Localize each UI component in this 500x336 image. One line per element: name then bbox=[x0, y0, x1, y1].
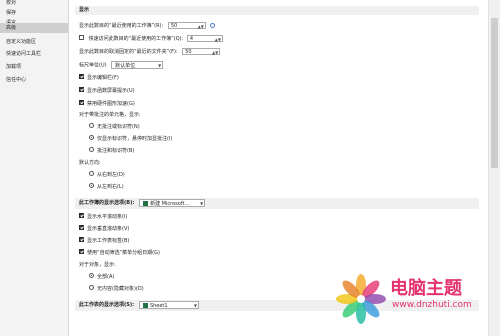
comments-label: 对于带批注的单元格，显示: bbox=[79, 112, 141, 118]
objects-all-row: 全部(A) bbox=[89, 273, 114, 281]
right-to-left-row: 从右到左(D) bbox=[89, 171, 125, 179]
left-to-right-radio[interactable] bbox=[89, 183, 94, 188]
objects-label: 对于对象，显示: bbox=[79, 262, 116, 268]
show-formula-bar-label: 显示编辑栏(F) bbox=[87, 75, 119, 81]
group-dates-row: 使用“自动筛选”菜单分组日期(G) bbox=[79, 249, 160, 257]
sidebar-item-save[interactable]: 保存 bbox=[0, 8, 68, 18]
unpinned-folders-label: 显示此数目的取消固定的“最近的文件夹”(F): bbox=[79, 49, 178, 55]
left-to-right-label: 从左到右(L) bbox=[97, 184, 124, 190]
right-to-left-label: 从右到左(D) bbox=[97, 172, 125, 178]
right-to-left-radio[interactable] bbox=[89, 171, 94, 176]
quick-access-label: 快速访问此数目的“最近使用的工作簿”(Q): bbox=[88, 36, 184, 42]
display-section-header: 显示 bbox=[75, 6, 479, 15]
sidebar-item-quick-access-toolbar[interactable]: 快速访问工具栏 bbox=[0, 49, 68, 59]
sidebar-item-trust-center[interactable]: 信任中心 bbox=[0, 75, 68, 85]
default-direction-label: 默认方向: bbox=[79, 160, 101, 166]
show-hscroll-checkbox[interactable] bbox=[79, 213, 84, 218]
workbook-select[interactable]: 新建 Microsoft... ▼ bbox=[139, 198, 206, 207]
indicators-only-label: 仅显示标识符，悬停时加显批注(I) bbox=[97, 136, 173, 142]
objects-all-label: 全部(A) bbox=[97, 274, 115, 280]
chevron-down-icon: ▼ bbox=[193, 302, 197, 308]
show-formula-bar-checkbox[interactable] bbox=[79, 74, 84, 79]
workbook-options-label: 此工作簿的显示选项(B): bbox=[79, 200, 135, 206]
watermark-title: 电脑主题 bbox=[390, 278, 462, 299]
ruler-units-row: 标尺单位(U) 默认单位 ▼ bbox=[79, 61, 164, 69]
worksheet-icon bbox=[142, 302, 148, 308]
recent-workbooks-label: 显示此数目的“最近使用的工作簿”(R): bbox=[79, 23, 164, 29]
unpinned-folders-spinner[interactable]: 50 ▲▼ bbox=[182, 48, 221, 56]
objects-nothing-label: 无内容(隐藏对象)(D) bbox=[97, 286, 144, 292]
sidebar-item-customize-ribbon[interactable]: 自定义功能区 bbox=[0, 37, 68, 47]
watermark-url: www.dnzhuti.com bbox=[392, 300, 472, 310]
chevron-down-icon: ▼ bbox=[200, 200, 204, 206]
indicators-only-row: 仅显示标识符，悬停时加显批注(I) bbox=[89, 135, 172, 143]
comments-and-indicators-label: 批注和标识符(B) bbox=[97, 148, 135, 154]
quick-access-spinner[interactable]: 4 ▲▼ bbox=[186, 35, 223, 43]
hscroll-row: 显示水平滚动条(I) bbox=[79, 213, 127, 221]
show-vscroll-label: 显示垂直滚动条(V) bbox=[87, 226, 130, 232]
objects-nothing-row: 无内容(隐藏对象)(D) bbox=[89, 285, 144, 293]
disable-hw-accel-checkbox[interactable] bbox=[79, 100, 84, 105]
show-function-tooltips-label: 显示函数屏幕提示(U) bbox=[87, 88, 135, 94]
group-dates-checkbox[interactable] bbox=[79, 249, 84, 254]
group-dates-label: 使用“自动筛选”菜单分组日期(G) bbox=[87, 250, 160, 256]
function-tooltips-row: 显示函数屏幕提示(U) bbox=[79, 87, 135, 95]
chevron-down-icon: ▼ bbox=[158, 63, 162, 68]
show-sheet-tabs-label: 显示工作表标签(B) bbox=[87, 238, 130, 244]
hw-accel-row: 禁用硬件图形加速(G) bbox=[79, 100, 135, 108]
objects-nothing-radio[interactable] bbox=[89, 285, 94, 290]
objects-all-radio[interactable] bbox=[89, 273, 94, 278]
options-sidebar: 校对 保存 语言 高级 自定义功能区 快速访问工具栏 加载项 信任中心 bbox=[0, 0, 69, 336]
ruler-units-dropdown[interactable]: 默认单位 ▼ bbox=[111, 61, 164, 69]
disable-hw-accel-label: 禁用硬件图形加速(G) bbox=[87, 101, 135, 107]
recent-workbooks-spinner[interactable]: 50 ▲▼ bbox=[167, 22, 206, 30]
show-hscroll-label: 显示水平滚动条(I) bbox=[87, 214, 128, 220]
unpinned-folders-row: 显示此数目的取消固定的“最近的文件夹”(F): 50 ▲▼ bbox=[79, 48, 221, 56]
spinner-arrows-icon[interactable]: ▲▼ bbox=[212, 49, 218, 56]
comments-and-indicators-row: 批注和标识符(B) bbox=[89, 147, 134, 155]
spinner-arrows-icon[interactable]: ▲▼ bbox=[215, 36, 221, 43]
recent-workbooks-row: 显示此数目的“最近使用的工作簿”(R): 50 ▲▼ bbox=[79, 22, 216, 30]
indicators-only-radio[interactable] bbox=[89, 135, 94, 140]
sheet-tabs-row: 显示工作表标签(B) bbox=[79, 237, 129, 245]
no-comments-label: 无批注或标识符(N) bbox=[97, 124, 140, 130]
quick-access-checkbox[interactable] bbox=[79, 35, 84, 40]
worksheet-select[interactable]: Sheet1 ▼ bbox=[138, 300, 199, 309]
watermark: 电脑主题 www.dnzhuti.com bbox=[330, 264, 500, 336]
spinner-arrows-icon[interactable]: ▲▼ bbox=[198, 23, 204, 30]
ruler-units-label: 标尺单位(U) bbox=[79, 62, 107, 69]
show-vscroll-checkbox[interactable] bbox=[79, 225, 84, 230]
scrollbar-thumb[interactable] bbox=[491, 18, 498, 168]
sidebar-item-advanced[interactable]: 高级 bbox=[0, 23, 68, 33]
excel-workbook-icon bbox=[143, 200, 149, 206]
workbook-options-header: 此工作簿的显示选项(B): 新建 Microsoft... ▼ bbox=[75, 198, 479, 209]
formula-bar-row: 显示编辑栏(F) bbox=[79, 74, 119, 82]
worksheet-options-label: 此工作表的显示选项(S): bbox=[79, 302, 135, 308]
no-comments-radio[interactable] bbox=[89, 123, 94, 128]
left-to-right-row: 从左到右(L) bbox=[89, 183, 124, 191]
sidebar-item-proofing[interactable]: 校对 bbox=[0, 0, 68, 8]
vscroll-row: 显示垂直滚动条(V) bbox=[79, 225, 129, 233]
flower-logo-icon bbox=[336, 274, 386, 324]
sidebar-item-addins[interactable]: 加载项 bbox=[0, 62, 68, 72]
comments-and-indicators-radio[interactable] bbox=[89, 147, 94, 152]
show-sheet-tabs-checkbox[interactable] bbox=[79, 237, 84, 242]
quick-access-row: 快速访问此数目的“最近使用的工作簿”(Q): 4 ▲▼ bbox=[79, 35, 223, 43]
no-comments-row: 无批注或标识符(N) bbox=[89, 123, 140, 131]
info-icon bbox=[210, 23, 216, 28]
show-function-tooltips-checkbox[interactable] bbox=[79, 87, 84, 92]
